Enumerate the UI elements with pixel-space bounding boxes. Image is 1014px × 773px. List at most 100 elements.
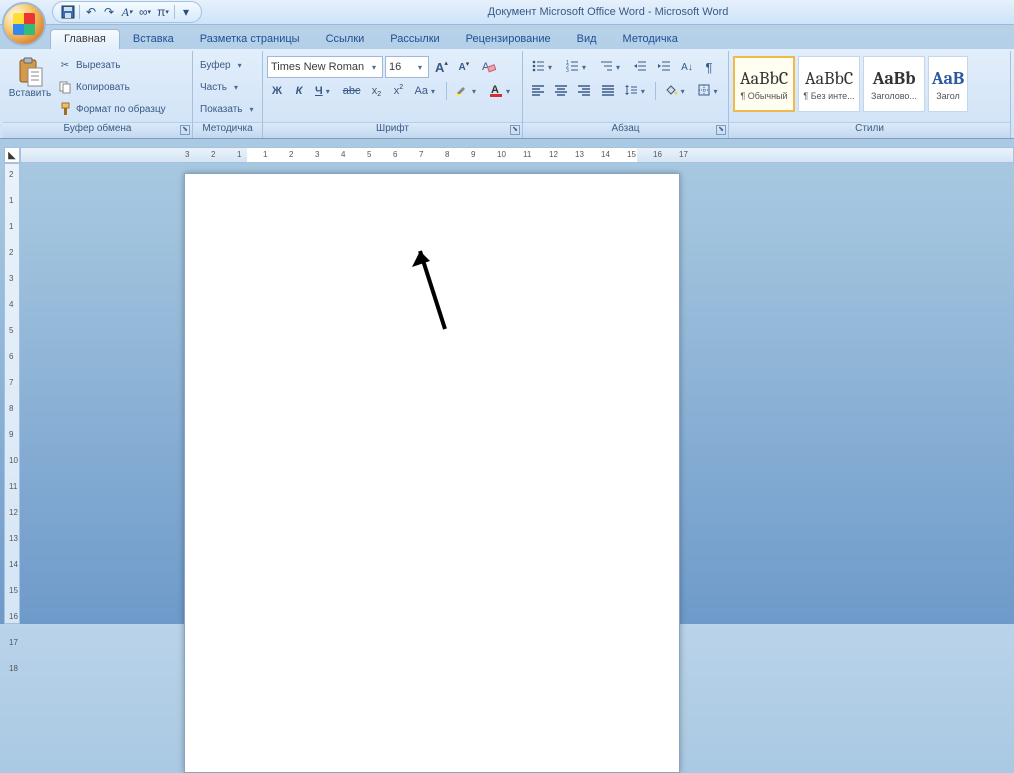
underline-button[interactable]: Ч▾: [311, 80, 337, 102]
align-right-button[interactable]: [574, 80, 595, 102]
borders-icon: [697, 83, 711, 100]
quick-access-toolbar: ↶ ↷ A▾ ∞▾ π▾ ▾: [52, 1, 202, 23]
sort-icon: A↓: [681, 62, 693, 73]
style-name: Загол: [936, 91, 960, 101]
tab-review[interactable]: Рецензирование: [453, 30, 564, 49]
cut-button[interactable]: ✂ Вырезать: [55, 55, 169, 75]
tab-mailings[interactable]: Рассылки: [377, 30, 452, 49]
line-spacing-icon: [624, 83, 638, 100]
tab-selector[interactable]: ◣: [4, 147, 20, 163]
show-marks-button[interactable]: ¶: [699, 56, 719, 78]
vertical-ruler[interactable]: 21123456789101112131415161718: [4, 163, 20, 624]
shrink-font-button[interactable]: A▾: [454, 56, 474, 78]
style-preview: AaB: [932, 68, 965, 89]
copy-button[interactable]: Копировать: [55, 77, 169, 97]
show-label: Показать: [200, 104, 243, 115]
font-qat-icon[interactable]: A▾: [120, 5, 134, 19]
paste-label: Вставить: [9, 88, 51, 99]
scissors-icon: ✂: [58, 58, 72, 72]
font-color-button[interactable]: A▾: [485, 80, 517, 102]
font-name-value: Times New Roman: [271, 61, 369, 73]
paragraph-launcher[interactable]: ⬊: [716, 125, 726, 135]
clipboard-launcher[interactable]: ⬊: [180, 125, 190, 135]
tab-references[interactable]: Ссылки: [313, 30, 378, 49]
paste-icon: [14, 56, 46, 88]
increase-indent-button[interactable]: [653, 56, 675, 78]
strike-button[interactable]: abc: [339, 80, 365, 102]
bold-button[interactable]: Ж: [267, 80, 287, 102]
office-button[interactable]: [2, 2, 46, 46]
redo-icon[interactable]: ↷: [102, 5, 116, 19]
clear-format-button[interactable]: A: [476, 56, 500, 78]
pilcrow-icon: ¶: [706, 60, 713, 75]
ribbon: Вставить ✂ Вырезать Копировать Формат по …: [0, 49, 1014, 139]
group-font: Times New Roman▾ 16▾ A▴ A▾ A Ж К Ч▾ abc …: [263, 51, 523, 138]
line-spacing-button[interactable]: ▾: [620, 80, 651, 102]
copy-icon: [58, 80, 72, 94]
align-right-icon: [577, 83, 591, 100]
format-painter-label: Формат по образцу: [76, 104, 166, 115]
infinity-icon[interactable]: ∞▾: [138, 5, 152, 19]
save-icon[interactable]: [61, 5, 75, 19]
shading-button[interactable]: ▾: [660, 80, 691, 102]
superscript-button[interactable]: x2: [388, 80, 408, 102]
style-preview: AaBb: [873, 68, 916, 89]
style-no-spacing[interactable]: AaBbC ¶ Без инте...: [798, 56, 860, 112]
bucket-icon: [664, 83, 678, 100]
style-name: ¶ Без инте...: [803, 91, 854, 101]
tab-home[interactable]: Главная: [50, 29, 120, 49]
document-page[interactable]: [184, 173, 680, 773]
paste-button[interactable]: Вставить: [7, 53, 53, 122]
change-case-button[interactable]: Aa▾: [410, 80, 441, 102]
part-label: Часть: [200, 82, 227, 93]
tab-metodichka[interactable]: Методичка: [610, 30, 691, 49]
bullets-button[interactable]: ▾: [527, 56, 559, 78]
buffer-label: Буфер: [200, 60, 231, 71]
font-size-value: 16: [389, 61, 415, 73]
highlight-icon: [455, 83, 469, 100]
italic-button[interactable]: К: [289, 80, 309, 102]
window-title: Документ Microsoft Office Word - Microso…: [202, 6, 1014, 18]
tab-insert[interactable]: Вставка: [120, 30, 187, 49]
style-heading2[interactable]: AaB Загол: [928, 56, 968, 112]
buffer-button[interactable]: Буфер▾: [197, 55, 260, 75]
copy-label: Копировать: [76, 82, 130, 93]
align-left-button[interactable]: [527, 80, 548, 102]
style-normal[interactable]: AaBbC¶ Обычный: [733, 56, 795, 112]
office-logo-icon: [13, 13, 35, 35]
style-heading1[interactable]: AaBbЗаголово...: [863, 56, 925, 112]
sort-button[interactable]: A↓: [677, 56, 697, 78]
show-button[interactable]: Показать▾: [197, 99, 260, 119]
undo-icon[interactable]: ↶: [84, 5, 98, 19]
numbering-button[interactable]: 123▾: [561, 56, 593, 78]
align-left-icon: [531, 83, 545, 100]
pi-icon[interactable]: π▾: [156, 5, 170, 19]
horizontal-ruler[interactable]: 3211234567891011121314151617: [20, 147, 1014, 163]
group-styles: AaBbC¶ Обычный AaBbC¶ Без инте... AaBbЗа…: [729, 51, 1011, 138]
part-button[interactable]: Часть▾: [197, 77, 260, 97]
borders-button[interactable]: ▾: [693, 80, 724, 102]
align-center-button[interactable]: [550, 80, 571, 102]
style-preview: AaBbC: [740, 68, 788, 89]
indent-icon: [657, 59, 671, 76]
bullets-icon: [531, 59, 545, 76]
multilevel-button[interactable]: ▾: [595, 56, 627, 78]
font-name-combo[interactable]: Times New Roman▾: [267, 56, 383, 78]
style-preview: AaBbC: [805, 68, 853, 89]
grow-font-button[interactable]: A▴: [431, 56, 452, 78]
tab-view[interactable]: Вид: [564, 30, 610, 49]
font-size-combo[interactable]: 16▾: [385, 56, 429, 78]
format-painter-button[interactable]: Формат по образцу: [55, 99, 169, 119]
subscript-button[interactable]: x2: [366, 80, 386, 102]
qat-more-icon[interactable]: ▾: [179, 5, 193, 19]
outdent-icon: [633, 59, 647, 76]
font-launcher[interactable]: ⬊: [510, 125, 520, 135]
tab-page-layout[interactable]: Разметка страницы: [187, 30, 313, 49]
decrease-indent-button[interactable]: [629, 56, 651, 78]
group-paragraph-title: Абзац⬊: [523, 122, 728, 138]
justify-icon: [601, 83, 615, 100]
highlight-button[interactable]: ▾: [451, 80, 483, 102]
cut-label: Вырезать: [76, 60, 120, 71]
justify-button[interactable]: [597, 80, 618, 102]
multilevel-icon: [599, 59, 613, 76]
